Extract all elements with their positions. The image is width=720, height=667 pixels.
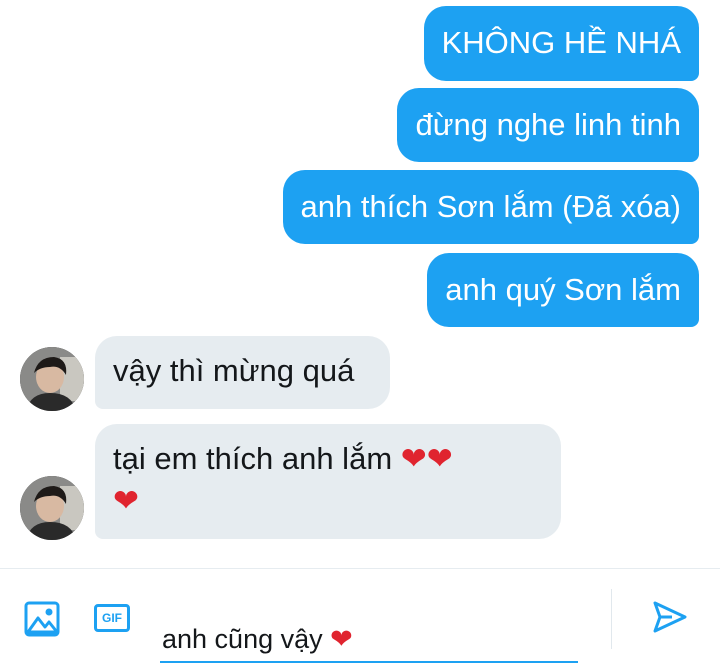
avatar[interactable] bbox=[20, 476, 84, 540]
heart-emoji: ❤ bbox=[330, 624, 353, 654]
heart-emoji: ❤❤ bbox=[400, 441, 453, 476]
sent-message-bubble[interactable]: anh quý Sơn lắm bbox=[427, 253, 699, 327]
conversation-thread: KHÔNG HỀ NHÁ đừng nghe linh tinh anh thí… bbox=[0, 0, 720, 568]
avatar-image bbox=[20, 347, 84, 411]
avatar[interactable] bbox=[20, 347, 84, 411]
message-text: đừng nghe linh tinh bbox=[415, 107, 681, 142]
message-input[interactable]: anh cũng vậy ❤ bbox=[160, 589, 578, 663]
gif-label: GIF bbox=[102, 611, 122, 625]
message-text: tại em thích anh lắm bbox=[113, 441, 393, 476]
gif-button[interactable]: GIF bbox=[92, 600, 132, 636]
received-message-bubble[interactable]: vậy thì mừng quá bbox=[95, 336, 390, 409]
image-icon bbox=[24, 601, 60, 637]
message-input-value[interactable]: anh cũng vậy ❤ bbox=[162, 623, 353, 655]
message-line: tại em thích anh lắm ❤❤ bbox=[113, 440, 543, 478]
sent-message-bubble[interactable]: anh thích Sơn lắm (Đã xóa) bbox=[282, 170, 699, 244]
image-button[interactable] bbox=[22, 599, 62, 639]
gif-icon: GIF bbox=[94, 604, 130, 632]
message-text: anh thích Sơn lắm (Đã xóa) bbox=[300, 189, 681, 224]
send-button[interactable] bbox=[650, 597, 690, 637]
message-text: vậy thì mừng quá bbox=[113, 353, 355, 388]
message-composer: GIF anh cũng vậy ❤ bbox=[0, 568, 720, 667]
avatar-image bbox=[20, 476, 84, 540]
message-text: KHÔNG HỀ NHÁ bbox=[441, 25, 681, 60]
received-message-bubble[interactable]: tại em thích anh lắm ❤❤ ❤ bbox=[95, 424, 561, 539]
message-text: anh quý Sơn lắm bbox=[445, 272, 681, 307]
sent-message-bubble[interactable]: KHÔNG HỀ NHÁ bbox=[423, 6, 699, 81]
divider bbox=[611, 589, 612, 649]
send-icon bbox=[653, 601, 687, 633]
sent-message-bubble[interactable]: đừng nghe linh tinh bbox=[397, 88, 699, 162]
input-text: anh cũng vậy bbox=[162, 624, 323, 654]
message-line: ❤ bbox=[113, 482, 543, 520]
heart-emoji: ❤ bbox=[113, 483, 139, 518]
